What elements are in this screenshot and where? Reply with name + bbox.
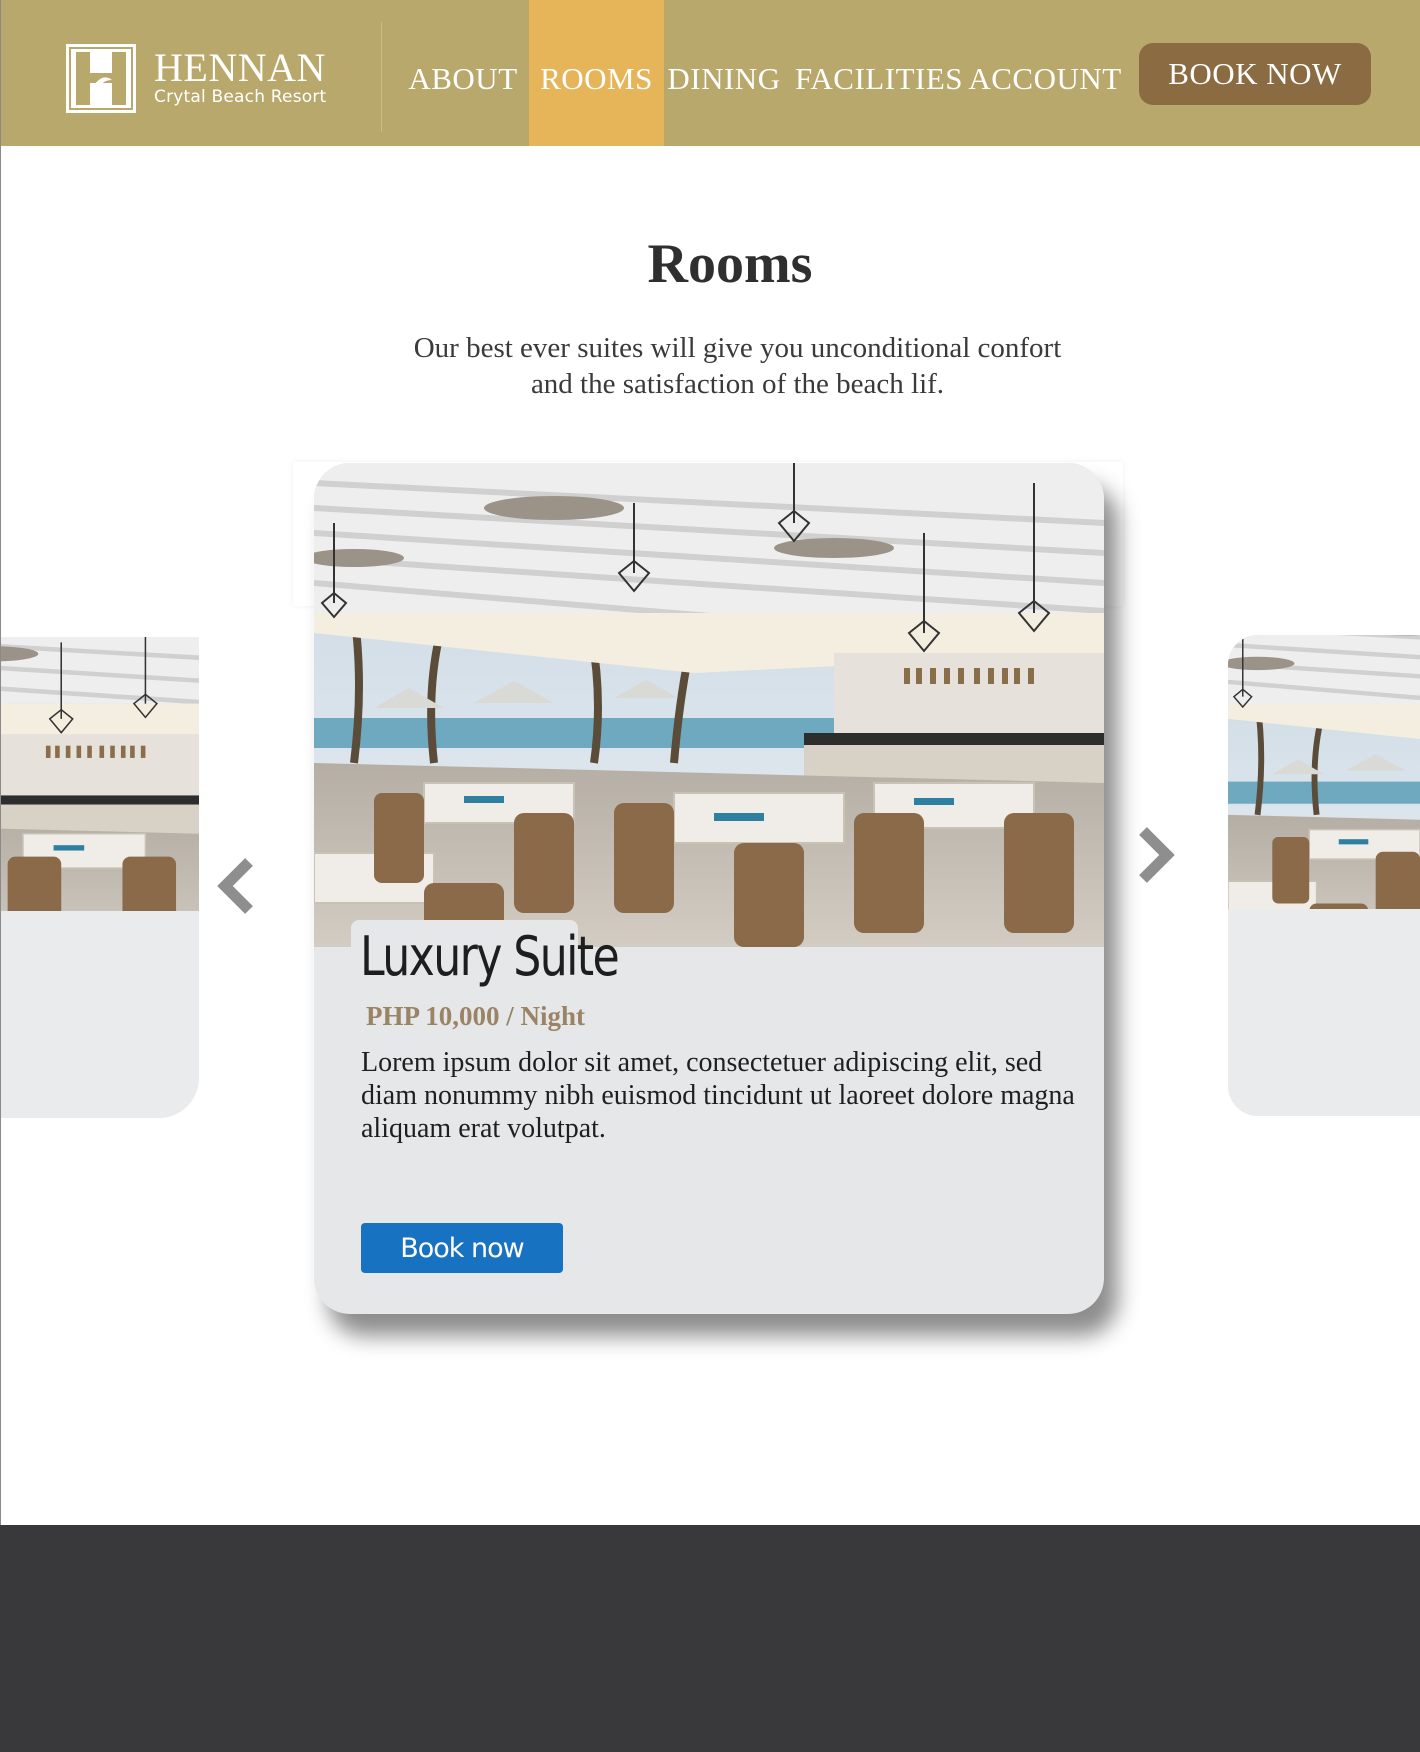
nav-label: ROOMS <box>540 61 653 96</box>
book-now-button[interactable]: BOOK NOW <box>1139 43 1371 105</box>
brand-name: HENNAN <box>154 44 326 90</box>
room-price: PHP 10,000 / Night <box>366 1001 586 1031</box>
nav-item-account[interactable]: ACCOUNT <box>968 0 1121 146</box>
nav-item-about[interactable]: ABOUT <box>397 0 529 146</box>
brand-logo[interactable]: HENNAN Crytal Beach Resort <box>66 44 326 113</box>
page-title: Rooms <box>647 233 813 295</box>
carousel-card-previous[interactable] <box>0 637 199 1118</box>
subtitle-line-2: and the satisfaction of the beach lif. <box>530 368 945 400</box>
header-divider <box>381 22 382 132</box>
site-footer <box>0 1525 1420 1752</box>
room-description: Lorem ipsum dolor sit amet, consectetuer… <box>361 1047 1075 1144</box>
nav-label: ACCOUNT <box>968 61 1122 96</box>
site-header: HENNAN Crytal Beach Resort ABOUT ROOMS D… <box>0 0 1420 146</box>
subtitle-line-1: Our best ever suites will give you uncon… <box>413 332 1062 364</box>
logo-h-icon <box>66 44 136 113</box>
page-edge <box>0 0 1 1525</box>
main-nav: ABOUT ROOMS DINING FACILITIES ACCOUNT <box>397 0 1121 146</box>
nav-item-facilities[interactable]: FACILITIES <box>784 0 974 146</box>
brand-text: HENNAN Crytal Beach Resort <box>154 44 327 108</box>
chevron-left-icon[interactable] <box>215 856 259 916</box>
room-photo <box>314 463 1104 947</box>
nav-label: FACILITIES <box>794 61 964 96</box>
nav-item-rooms[interactable]: ROOMS <box>529 0 664 146</box>
chevron-right-icon[interactable] <box>1133 825 1177 885</box>
nav-item-dining[interactable]: DINING <box>664 0 784 146</box>
room-card: Luxury Suite PHP 10,000 / Night Lorem ip… <box>314 463 1104 1314</box>
page-subtitle: Our best ever suites will give you uncon… <box>380 330 1095 402</box>
nav-label: DINING <box>667 61 781 96</box>
carousel-card-next[interactable] <box>1228 635 1420 1116</box>
nav-label: ABOUT <box>408 61 518 96</box>
brand-subtitle: Crytal Beach Resort <box>154 86 327 107</box>
room-photo <box>1228 635 1420 909</box>
room-book-button[interactable]: Book now <box>361 1223 563 1273</box>
room-photo <box>0 637 199 911</box>
room-title: Luxury Suite <box>360 925 620 988</box>
